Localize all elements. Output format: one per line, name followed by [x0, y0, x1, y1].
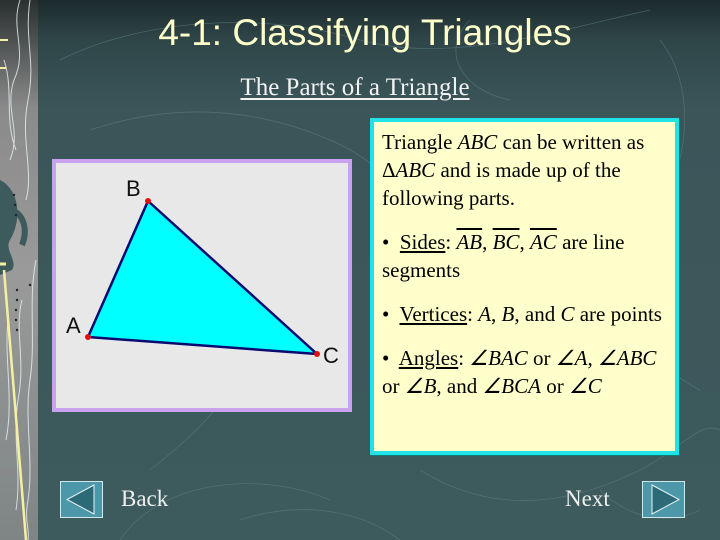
vertex-a-text: A [478, 302, 492, 326]
vertex-a-point [85, 334, 91, 340]
colon: : [467, 302, 479, 326]
vertices-tail: are points [574, 302, 662, 326]
sides-label: Sides [399, 230, 446, 254]
slide-subtitle: The Parts of a Triangle [240, 74, 470, 101]
vertex-c-label: C [323, 343, 339, 368]
triangle-figure: A B C [52, 159, 352, 412]
colon: : [458, 346, 470, 370]
vertex-c-point [314, 351, 320, 357]
separator: , [482, 230, 493, 254]
next-button[interactable] [642, 481, 685, 518]
next-label[interactable]: Next [565, 484, 610, 514]
triangle-diagram: A B C [66, 176, 339, 368]
angle-a: ∠A [555, 346, 588, 370]
separator: , [587, 346, 598, 370]
bullet: • [382, 302, 390, 326]
vertices-label: Vertices [399, 302, 468, 326]
or-text: or [382, 374, 405, 398]
separator: , and [436, 374, 483, 398]
vertex-b-text: B [501, 302, 515, 326]
angle-bca: ∠BCA [482, 374, 541, 398]
vertex-c-text: C [560, 302, 575, 326]
angle-abc: ∠ABC [597, 346, 657, 370]
vertices-paragraph: • Vertices: A, B, and C are points [382, 300, 675, 328]
back-label[interactable]: Back [121, 484, 168, 514]
segment-ac: AC [529, 230, 557, 254]
triangle-right-icon [651, 484, 681, 515]
intro-text: can be written as [497, 130, 645, 154]
angles-paragraph: • Angles: ∠BAC or ∠A, ∠ABC or ∠B, and ∠B… [382, 344, 675, 400]
vertex-a-label: A [66, 313, 81, 338]
or-text: or [540, 374, 569, 398]
triangle-left-icon [65, 484, 95, 515]
sides-paragraph: • Sides: AB, BC, AC are line segments [382, 228, 675, 284]
triangle-name: ABC [395, 158, 436, 182]
bullet: • [382, 230, 390, 254]
slide-title: 4-1: Classifying Triangles [158, 12, 572, 53]
angles-label: Angles [398, 346, 459, 370]
colon: : [445, 230, 457, 254]
separator: , [491, 302, 502, 326]
intro-paragraph: Triangle ABC can be written as ΔABC and … [382, 128, 675, 212]
angle-c: ∠C [568, 374, 602, 398]
or-text: or [527, 346, 556, 370]
back-button[interactable] [60, 481, 103, 518]
intro-text: Triangle [382, 130, 458, 154]
angle-b: ∠B [404, 374, 437, 398]
triangle-name: ABC [457, 130, 498, 154]
vertex-b-label: B [126, 176, 141, 201]
segment-ab: AB [456, 230, 483, 254]
triangle-abc-shape [86, 199, 319, 356]
separator: , and [514, 302, 561, 326]
vertex-b-point [145, 198, 151, 204]
delta-symbol: Δ [382, 158, 396, 182]
definition-textbox: Triangle ABC can be written as ΔABC and … [370, 118, 679, 455]
bullet: • [382, 346, 390, 370]
separator: , [519, 230, 530, 254]
angle-bac: ∠BAC [469, 346, 528, 370]
segment-bc: BC [492, 230, 520, 254]
